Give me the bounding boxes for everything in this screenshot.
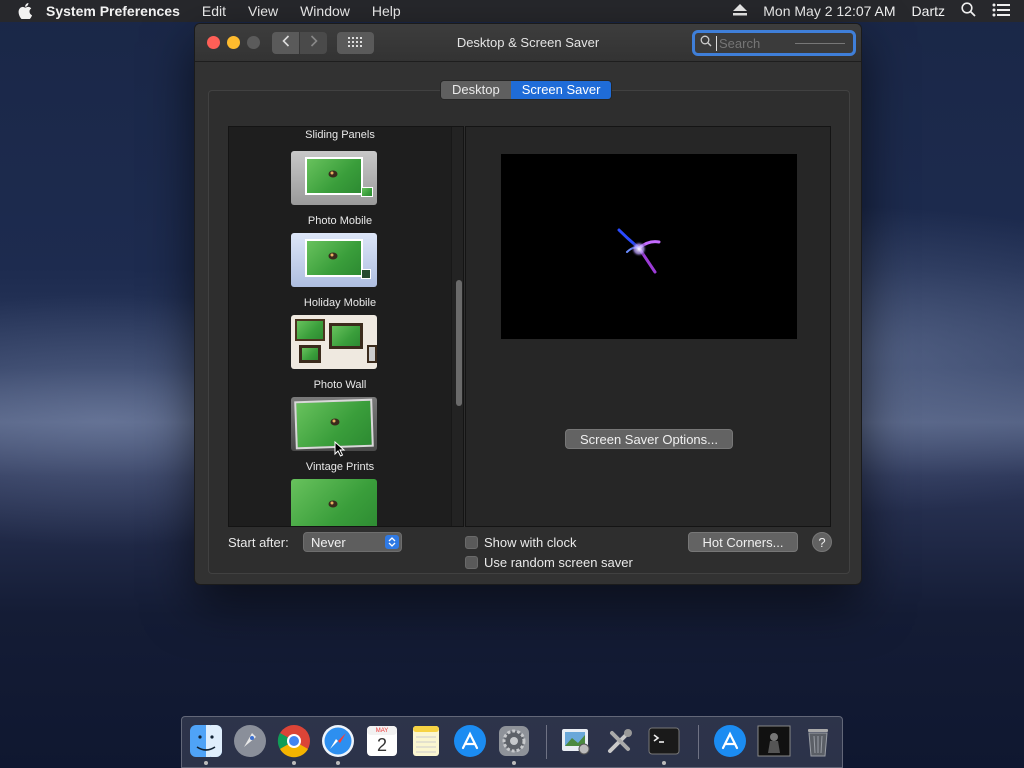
holiday-mobile-thumbnail — [291, 233, 377, 287]
preview-pane: Screen Saver Options... — [465, 126, 831, 527]
eject-icon[interactable] — [733, 3, 748, 19]
start-after-label: Start after: — [228, 535, 289, 550]
list-item[interactable]: Vintage Prints — [229, 391, 451, 473]
screensaver-preview — [501, 154, 797, 339]
tab-screen-saver[interactable]: Screen Saver — [510, 81, 612, 99]
screensaver-label: Photo Mobile — [307, 215, 373, 227]
random-screensaver-checkbox[interactable] — [465, 556, 478, 569]
mouse-cursor-icon — [334, 440, 346, 462]
start-after-value: Never — [311, 534, 346, 550]
list-item[interactable]: Holiday Mobile — [229, 227, 451, 309]
spotlight-search-icon[interactable] — [961, 2, 976, 20]
list-item[interactable] — [229, 473, 451, 526]
notification-center-icon[interactable] — [992, 3, 1010, 20]
apple-menu-icon[interactable] — [18, 3, 34, 19]
menu-edit[interactable]: Edit — [202, 3, 226, 19]
tab-desktop[interactable]: Desktop — [441, 81, 511, 99]
hot-corners-button[interactable]: Hot Corners... — [688, 532, 798, 552]
start-after-select[interactable]: Never — [303, 532, 402, 552]
app-store-icon[interactable] — [452, 723, 488, 759]
menubar-user[interactable]: Dartz — [912, 3, 945, 19]
dock-separator — [698, 725, 699, 759]
calendar-day: 2 — [376, 735, 387, 755]
screen-saver-options-button[interactable]: Screen Saver Options... — [565, 429, 733, 449]
notes-icon[interactable] — [408, 723, 444, 759]
list-item[interactable]: Photo Wall — [229, 309, 451, 391]
photo-mobile-thumbnail — [291, 151, 377, 205]
list-scrollbar-thumb[interactable] — [456, 280, 462, 406]
running-indicator — [512, 761, 516, 765]
system-preferences-icon[interactable] — [496, 723, 532, 765]
screensaver-label: Photo Wall — [313, 379, 367, 391]
launchpad-icon[interactable] — [232, 723, 268, 759]
menu-view[interactable]: View — [248, 3, 278, 19]
flurry-animation-icon — [617, 228, 661, 274]
show-with-clock-option[interactable]: Show with clock — [465, 535, 576, 550]
search-field[interactable] — [692, 30, 856, 56]
trash-icon[interactable] — [800, 723, 836, 759]
screensaver-label: Holiday Mobile — [303, 297, 377, 309]
running-indicator — [292, 761, 296, 765]
list-item[interactable]: Photo Mobile — [229, 145, 451, 227]
screen-saver-panel: Sliding Panels Photo Mobile Holiday Mobi… — [208, 90, 850, 574]
menu-window[interactable]: Window — [300, 3, 350, 19]
tab-control: Desktop Screen Saver — [440, 80, 613, 100]
show-with-clock-label: Show with clock — [484, 535, 577, 550]
random-screensaver-label: Use random screen saver — [484, 555, 633, 570]
running-indicator — [204, 761, 208, 765]
calendar-icon[interactable]: MAY 2 — [364, 723, 400, 759]
search-underline — [795, 43, 845, 44]
screensaver-thumbnail — [291, 479, 377, 526]
minimized-window-icon[interactable] — [756, 723, 792, 759]
screensaver-label: Sliding Panels — [305, 129, 375, 141]
menu-bar: System Preferences Edit View Window Help… — [0, 0, 1024, 22]
chrome-icon[interactable] — [276, 723, 312, 765]
preferences-window: Desktop & Screen Saver Sliding Panels — [194, 23, 862, 585]
photo-wall-thumbnail — [291, 315, 377, 369]
menubar-clock[interactable]: Mon May 2 12:07 AM — [763, 3, 895, 19]
chevron-updown-icon — [385, 535, 399, 549]
safari-icon[interactable] — [320, 723, 356, 765]
calendar-month: MAY — [375, 728, 389, 734]
list-scrollbar[interactable] — [451, 127, 463, 526]
screensaver-label: Vintage Prints — [305, 461, 375, 473]
list-item[interactable]: Sliding Panels — [229, 127, 451, 145]
screensaver-list[interactable]: Sliding Panels Photo Mobile Holiday Mobi… — [228, 126, 464, 527]
help-button[interactable]: ? — [812, 532, 832, 552]
dock: MAY 2 — [181, 716, 843, 768]
title-bar[interactable]: Desktop & Screen Saver — [195, 24, 861, 62]
preview-app-icon[interactable] — [558, 723, 594, 759]
menu-app-name[interactable]: System Preferences — [46, 3, 180, 19]
app-store-downloads-icon[interactable] — [712, 723, 748, 759]
search-icon — [700, 34, 712, 52]
finder-icon[interactable] — [188, 723, 224, 765]
running-indicator — [336, 761, 340, 765]
utilities-icon[interactable] — [602, 723, 638, 759]
running-indicator — [662, 761, 666, 765]
dock-separator — [546, 725, 547, 759]
random-screensaver-option[interactable]: Use random screen saver — [465, 555, 633, 570]
menu-help[interactable]: Help — [372, 3, 401, 19]
terminal-icon[interactable] — [646, 723, 682, 765]
show-with-clock-checkbox[interactable] — [465, 536, 478, 549]
